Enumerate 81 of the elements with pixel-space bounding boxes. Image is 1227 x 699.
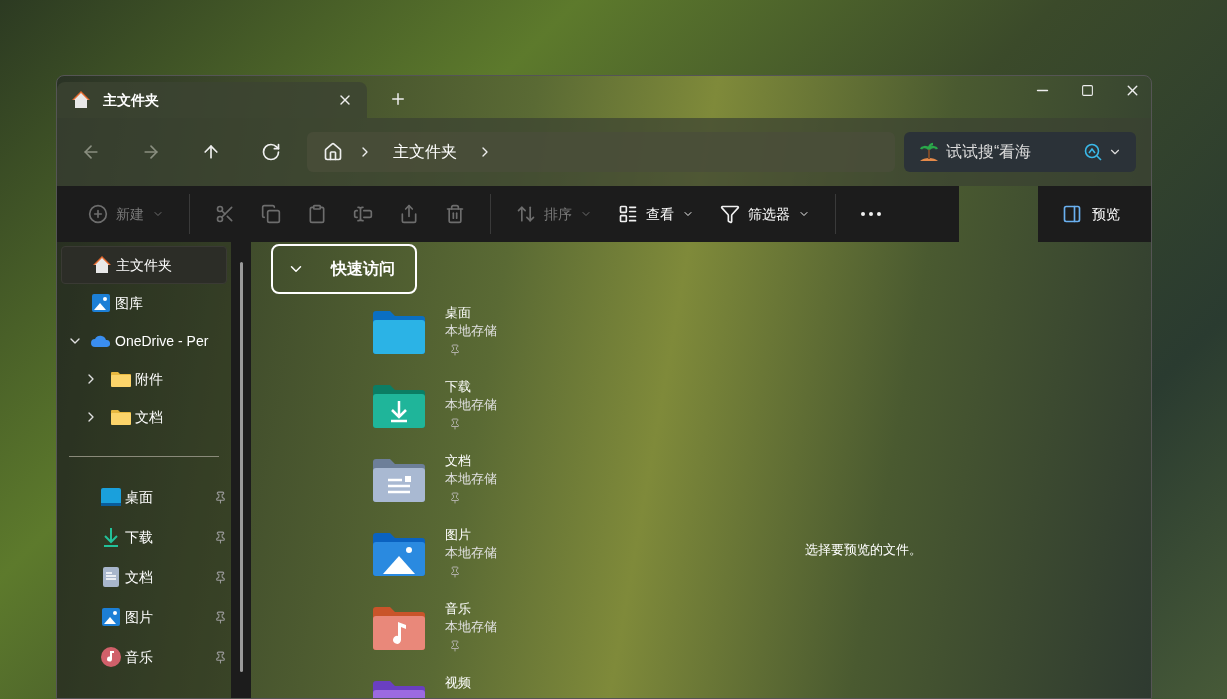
sidebar-item[interactable]: 文档 (61, 398, 227, 436)
search-field[interactable]: 试试搜“看海 (904, 132, 1136, 172)
preview-message: 选择要预览的文件。 (805, 541, 922, 559)
sidebar-item[interactable]: 下载 (57, 517, 231, 557)
folder-name: 图片 (445, 526, 472, 544)
preview-button[interactable]: 预览 (1038, 186, 1151, 242)
document-icon (103, 567, 119, 587)
folder-icon (371, 458, 427, 504)
new-icon (88, 204, 108, 224)
sidebar-item[interactable]: 文档 (57, 557, 231, 597)
delete-icon (445, 204, 465, 224)
view-button[interactable]: 查看 (605, 194, 707, 234)
tab[interactable]: 主文件夹 (57, 82, 367, 118)
new-tab-icon[interactable] (389, 90, 407, 108)
folder-name: 音乐 (445, 600, 472, 618)
sidebar-label: 桌面 (125, 487, 154, 507)
share-icon (399, 204, 419, 224)
music-icon (101, 647, 121, 667)
folder-location: 本地存储 (445, 544, 497, 562)
folder-location: 本地存储 (445, 470, 497, 488)
folder-tile[interactable]: 文档 本地存储 (371, 452, 551, 526)
breadcrumb[interactable]: 主文件夹 (393, 140, 457, 164)
folder-icon (371, 532, 427, 578)
sidebar-item[interactable]: 主文件夹 (61, 246, 227, 284)
preview-pane-icon (1062, 204, 1082, 224)
home-icon (323, 142, 343, 162)
sidebar-item[interactable]: 图库 (61, 284, 227, 322)
sidebar-item[interactable]: 桌面 (57, 477, 231, 517)
sidebar-label: 音乐 (125, 647, 154, 667)
sidebar-label: OneDrive - Per (115, 331, 209, 351)
picture-icon (102, 608, 120, 626)
sidebar-label: 文档 (135, 407, 163, 427)
house-icon (92, 255, 112, 275)
folder-name: 视频 (445, 674, 471, 692)
folder-icon (371, 606, 427, 652)
palm-island-icon (918, 141, 940, 163)
folder-name: 文档 (445, 452, 472, 470)
sidebar-label: 下载 (125, 527, 154, 547)
sort-icon (516, 204, 536, 224)
folder-icon (371, 384, 427, 430)
folder-name: 下载 (445, 378, 472, 396)
folder-tile[interactable]: 图片 本地存储 (371, 526, 551, 600)
tab-title: 主文件夹 (103, 90, 160, 110)
filter-icon (720, 204, 740, 224)
sidebar-item[interactable]: OneDrive - Per (61, 322, 227, 360)
house-icon (71, 90, 91, 110)
rename-icon (353, 204, 373, 224)
copy-icon (261, 204, 281, 224)
sidebar-label: 图片 (125, 607, 154, 627)
more-icon (861, 212, 881, 216)
folder-tile[interactable]: 桌面 本地存储 (371, 304, 551, 378)
sidebar-label: 文档 (125, 567, 154, 587)
folder-icon (111, 371, 131, 387)
folder-location: 本地存储 (445, 396, 497, 414)
sidebar-item[interactable]: 音乐 (57, 637, 231, 677)
folder-location: 本地存储 (445, 322, 497, 340)
folder-location: 本地存储 (445, 618, 497, 636)
cloud-icon (91, 334, 111, 348)
sidebar-item[interactable]: 附件 (61, 360, 227, 398)
folder-name: 桌面 (445, 304, 472, 322)
section-header[interactable]: 快速访问 (271, 244, 417, 294)
paste-icon (307, 204, 327, 224)
cut-icon (215, 204, 235, 224)
sidebar-label: 主文件夹 (116, 255, 172, 275)
folder-tile[interactable]: 下载 本地存储 (371, 378, 551, 452)
picture-icon (92, 294, 110, 312)
search-icon[interactable] (1084, 143, 1102, 161)
sidebar-item[interactable]: 图片 (57, 597, 231, 637)
view-icon (618, 204, 638, 224)
search-placeholder: 试试搜“看海 (946, 142, 1033, 162)
folder-icon (371, 310, 427, 356)
folder-tile[interactable]: 音乐 本地存储 (371, 600, 551, 674)
folder-tile[interactable]: 视频 (371, 674, 551, 698)
folder-icon (111, 409, 131, 425)
filter-button[interactable]: 筛选器 (707, 194, 823, 234)
desktop-icon (101, 488, 121, 506)
sidebar-label: 图库 (115, 293, 143, 313)
address-bar[interactable]: 主文件夹 (307, 132, 895, 172)
maximize-icon[interactable] (1081, 84, 1094, 97)
sidebar-label: 附件 (135, 369, 163, 389)
download-icon (102, 527, 120, 547)
